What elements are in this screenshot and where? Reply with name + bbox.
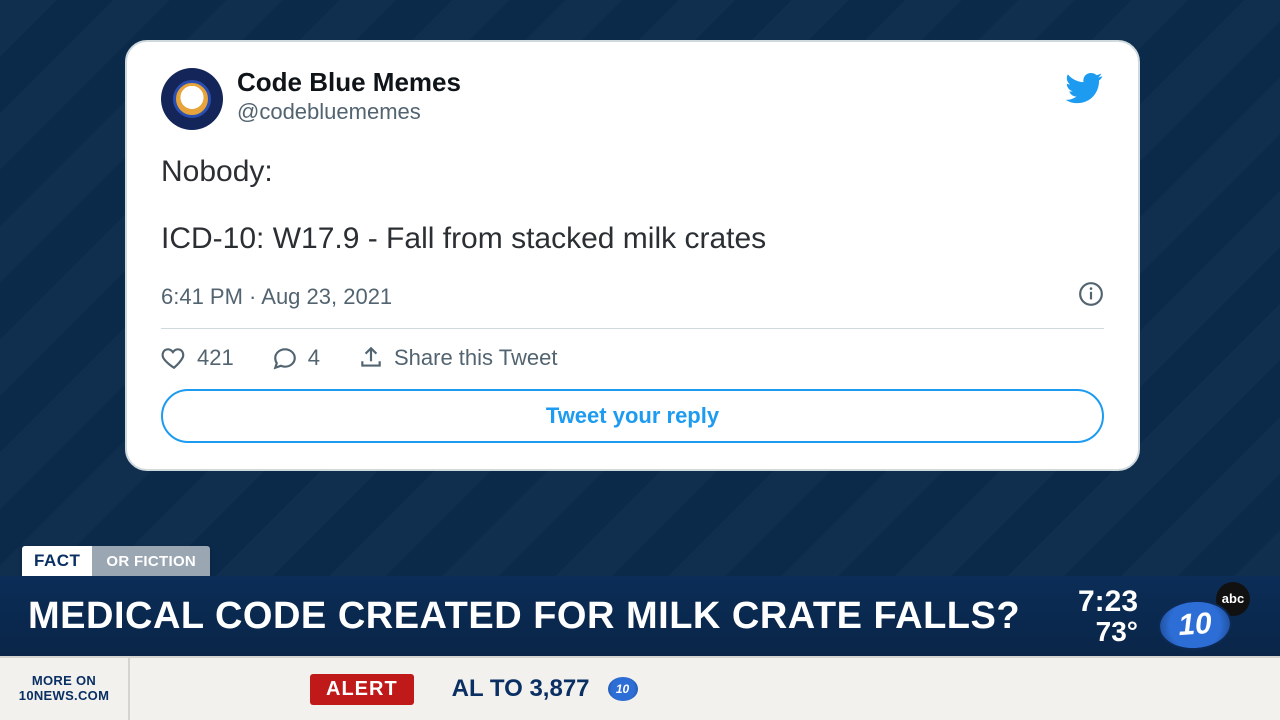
author-block[interactable]: Code Blue Memes @codebluememes: [237, 68, 1064, 125]
reply-bubble-icon: [272, 345, 298, 371]
chyron: MEDICAL CODE CREATED FOR MILK CRATE FALL…: [0, 576, 1280, 656]
tweet-timestamp[interactable]: 6:41 PM · Aug 23, 2021: [161, 284, 1078, 310]
display-name: Code Blue Memes: [237, 68, 1064, 97]
segment-fact: FACT: [22, 546, 92, 576]
reply-count: 4: [308, 345, 320, 371]
segment-or-fiction: OR FICTION: [92, 546, 210, 576]
tweet-header: Code Blue Memes @codebluememes: [161, 68, 1104, 130]
ticker-text: AL TO 3,877: [452, 675, 590, 703]
segment-tag: FACT OR FICTION: [22, 546, 210, 576]
temperature: 73°: [1078, 617, 1138, 646]
like-button[interactable]: 421: [161, 345, 234, 371]
tweet-body: Nobody: ICD-10: W17.9 - Fall from stacke…: [161, 152, 1104, 259]
tweet-reply-button[interactable]: Tweet your reply: [161, 389, 1104, 443]
more-on-line1: MORE ON: [32, 674, 96, 689]
alert-pill: ALERT: [310, 674, 414, 705]
time-temp: 7:23 73°: [1078, 586, 1138, 647]
avatar-image: [173, 80, 211, 118]
info-icon[interactable]: [1078, 281, 1104, 312]
twitter-bird-icon[interactable]: [1064, 68, 1104, 113]
like-count: 421: [197, 345, 234, 371]
share-label: Share this Tweet: [394, 345, 557, 371]
tweet-text-line: Nobody:: [161, 152, 1104, 193]
handle: @codebluememes: [237, 99, 1064, 125]
station-logo: abc 10: [1158, 588, 1252, 644]
clock: 7:23: [1078, 586, 1138, 618]
divider: [161, 328, 1104, 329]
broadcast-frame: Code Blue Memes @codebluememes Nobody: I…: [0, 0, 1280, 720]
tweet-actions: 421 4 Share this Tweet: [161, 345, 1104, 371]
tweet-meta: 6:41 PM · Aug 23, 2021: [161, 281, 1104, 312]
ticker-body: ALERT AL TO 3,877 10: [130, 674, 1280, 705]
reply-button-label: Tweet your reply: [546, 403, 719, 429]
more-on-line2: 10NEWS.COM: [19, 689, 109, 704]
avatar[interactable]: [161, 68, 223, 130]
share-button[interactable]: Share this Tweet: [358, 345, 557, 371]
chyron-right: 7:23 73° abc 10: [1078, 586, 1252, 647]
tweet-text-line: ICD-10: W17.9 - Fall from stacked milk c…: [161, 219, 1104, 260]
share-icon: [358, 345, 384, 371]
more-on-block: MORE ON 10NEWS.COM: [0, 658, 130, 720]
heart-icon: [161, 345, 187, 371]
headline: MEDICAL CODE CREATED FOR MILK CRATE FALL…: [28, 595, 1078, 638]
reply-count-button[interactable]: 4: [272, 345, 320, 371]
ticker-mini-logo: 10: [608, 677, 638, 701]
tweet-card: Code Blue Memes @codebluememes Nobody: I…: [125, 40, 1140, 471]
news-ticker: MORE ON 10NEWS.COM ALERT AL TO 3,877 10: [0, 656, 1280, 720]
